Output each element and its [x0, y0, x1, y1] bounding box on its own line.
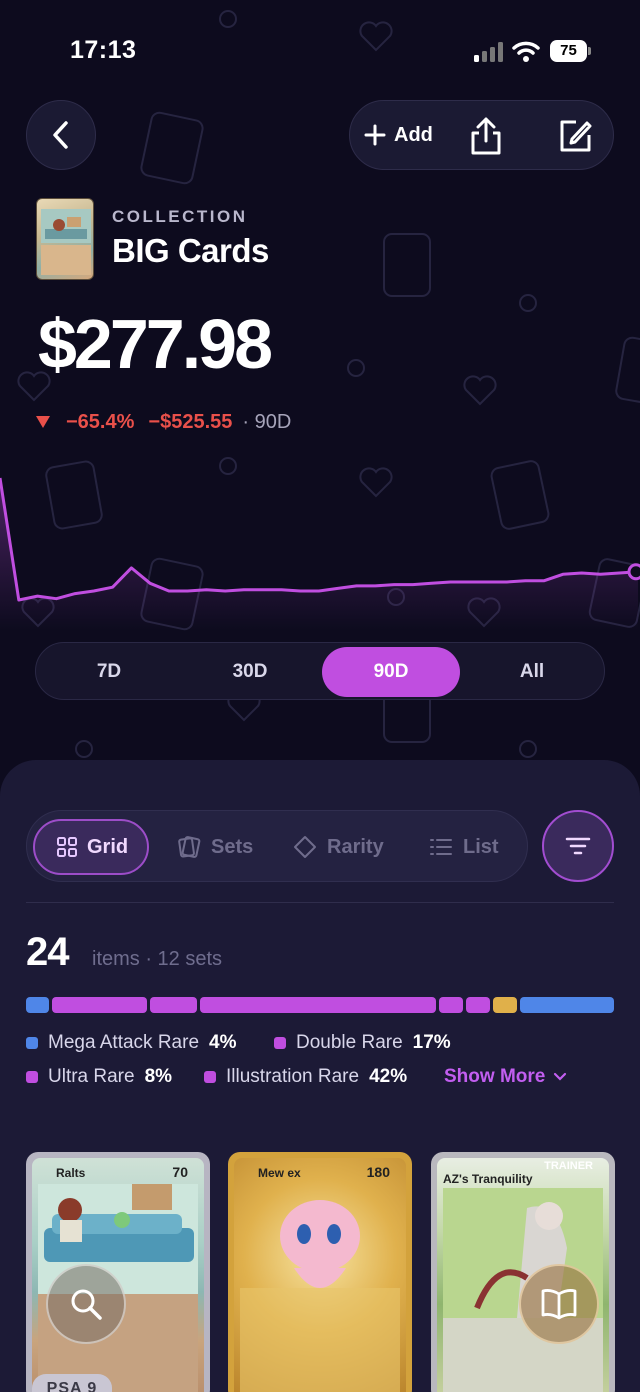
change-period: · 90D [242, 410, 292, 433]
change-percent: −65.4% [66, 410, 135, 433]
card-name: AZ's Tranquility [443, 1172, 533, 1186]
share-icon[interactable] [466, 115, 506, 157]
add-button[interactable]: Add [358, 101, 439, 169]
edit-icon[interactable] [556, 117, 594, 155]
book-icon [541, 1289, 577, 1320]
view-mode-tabs: Grid Sets Rarity List [26, 810, 528, 882]
rarity-segment [439, 997, 463, 1013]
legend-ultra-rare: Ultra Rare 8% [26, 1065, 172, 1089]
diamond-icon [294, 836, 316, 858]
tab-grid[interactable]: Grid [33, 819, 149, 875]
chevron-down-icon [554, 1072, 567, 1081]
rarity-segment [150, 997, 197, 1013]
legend-illustration-rare: Illustration Rare 42% [204, 1065, 407, 1089]
chart-line [0, 477, 639, 602]
legend-mega-attack-rare: Mega Attack Rare 4% [26, 1031, 237, 1055]
rarity-segment [493, 997, 517, 1013]
chevron-left-icon [53, 121, 68, 149]
tab-sets[interactable]: Sets [177, 819, 253, 875]
wifi-icon [512, 41, 540, 62]
item-count: 24 [26, 930, 69, 974]
rarity-distribution-bar [26, 997, 614, 1013]
chart-area [0, 478, 638, 630]
collection-eyebrow: COLLECTION [112, 207, 248, 226]
collection-thumbnail [36, 198, 94, 280]
card-hp: 70 [172, 1164, 188, 1180]
search-icon [71, 1289, 102, 1320]
battery-icon: 75 [550, 40, 592, 64]
rarity-segment [52, 997, 147, 1013]
tab-rarity[interactable]: Rarity [293, 819, 384, 875]
sets-icon [178, 836, 201, 858]
range-selector: 7D 30D 90D All [35, 642, 605, 700]
range-tab-all[interactable]: All [463, 647, 601, 697]
card-hp: 180 [366, 1164, 390, 1180]
grid-icon [57, 837, 77, 857]
status-time: 17:13 [70, 36, 137, 64]
range-tab-90d[interactable]: 90D [322, 647, 460, 697]
card-type: TRAINER [544, 1160, 593, 1172]
card-tile[interactable]: Mew ex 180 [228, 1152, 412, 1392]
plus-icon [364, 124, 386, 146]
card-name: Ralts [56, 1166, 86, 1180]
details-button[interactable] [519, 1264, 599, 1344]
legend-double-rare: Double Rare 17% [274, 1031, 451, 1055]
down-arrow-icon [36, 416, 50, 428]
status-bar: 17:13 75 [0, 30, 640, 74]
change-amount: −$525.55 [148, 410, 233, 433]
show-more-label: Show More [444, 1066, 546, 1087]
tab-list[interactable]: List [429, 819, 499, 875]
range-tab-7d[interactable]: 7D [40, 647, 178, 697]
card-tile[interactable]: Ralts 70 [26, 1152, 210, 1392]
rarity-segment [26, 997, 49, 1013]
header-actions: Add [349, 100, 614, 170]
chart-current-point [627, 563, 640, 581]
collection-title: BIG Cards [112, 232, 269, 269]
add-label: Add [394, 123, 433, 146]
filter-button[interactable] [542, 810, 614, 882]
rarity-segment [520, 997, 614, 1013]
search-button[interactable] [46, 1264, 126, 1344]
range-tab-30d[interactable]: 30D [181, 647, 319, 697]
rarity-segment [466, 997, 490, 1013]
back-button[interactable] [26, 100, 96, 170]
tab-list-label: List [463, 835, 499, 858]
collection-value: $277.98 [38, 305, 273, 383]
tab-grid-label: Grid [87, 835, 129, 858]
cellular-signal-icon [474, 42, 503, 62]
value-change: −65.4% −$525.55 · 90D [36, 408, 291, 436]
grade-label: PSA 9 [32, 1374, 112, 1392]
tab-rarity-label: Rarity [327, 835, 384, 858]
card-name: Mew ex [258, 1166, 301, 1180]
rarity-segment [200, 997, 436, 1013]
show-more-button[interactable]: Show More [444, 1065, 567, 1089]
card-tile[interactable]: AZ's Tranquility TRAINER [431, 1152, 615, 1392]
filter-icon [565, 837, 591, 855]
collection-sheet: Grid Sets Rarity List 24 items · 12 sets [0, 760, 640, 1392]
list-icon [430, 839, 452, 855]
divider [26, 902, 614, 903]
value-chart[interactable] [0, 470, 640, 630]
item-summary: items · 12 sets [92, 948, 223, 970]
battery-level: 75 [550, 40, 587, 62]
tab-sets-label: Sets [211, 835, 254, 858]
